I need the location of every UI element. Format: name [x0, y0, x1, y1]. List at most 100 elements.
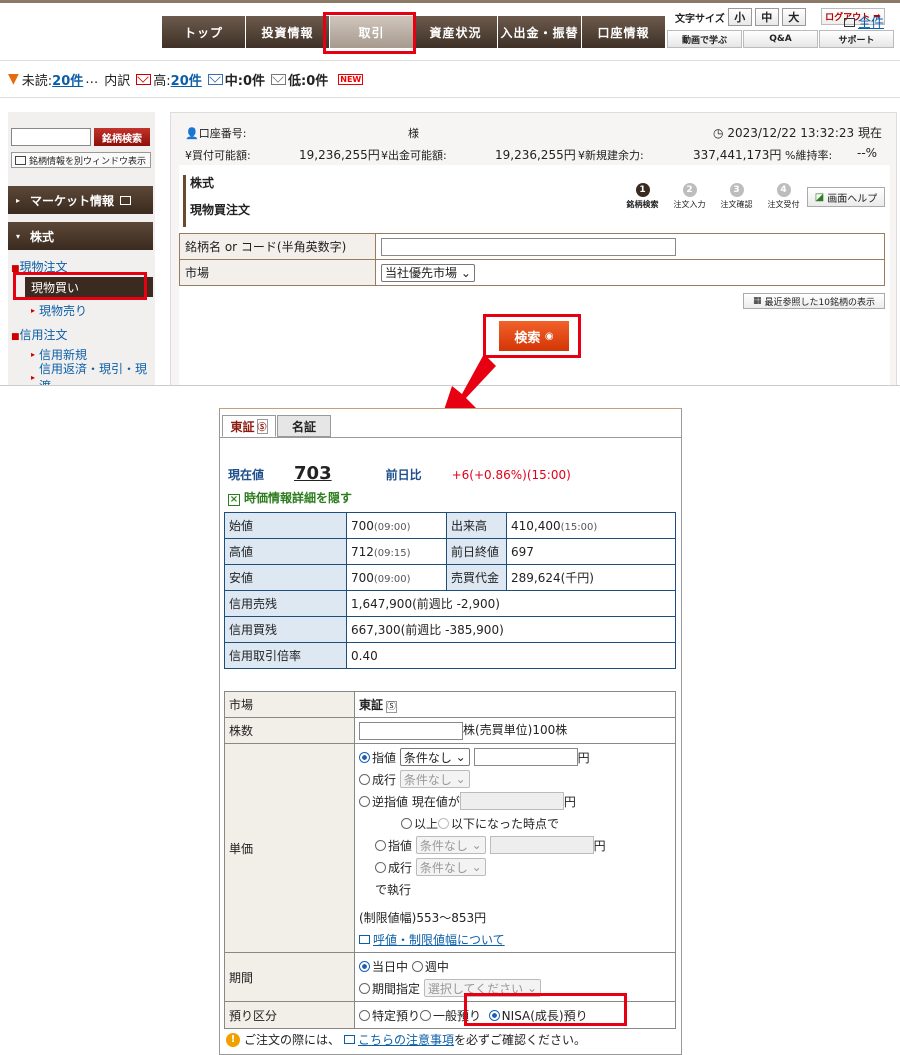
recent-symbols-button[interactable]: ▦ 最近参照した10銘柄の表示 [743, 293, 885, 309]
specific-account-radio[interactable] [359, 1009, 370, 1021]
quote-summary: 現在値 703 前日比 +6(+0.86%)(15:00) [228, 463, 571, 484]
font-size-control: 文字サイズ 小 中 大 [675, 8, 806, 26]
screen-help-button[interactable]: ◪ 画面ヘルプ [807, 187, 885, 207]
week-radio[interactable] [411, 960, 423, 972]
font-medium-button[interactable]: 中 [754, 8, 779, 26]
highlight-trade-tab [323, 12, 416, 54]
hide-detail-toggle[interactable]: × 時価情報詳細を隠す [228, 489, 352, 506]
market-condition-select[interactable]: 条件なし ⌄ [399, 770, 470, 788]
change-label: 前日比 [385, 468, 422, 482]
table-row: 高値 712(09:15) 前日終値 697 [224, 538, 676, 565]
window-icon [359, 934, 370, 944]
new-window-toggle[interactable]: 銘柄情報を別ウィンドウ表示 [11, 152, 151, 168]
nav-deposit[interactable]: 入出金・振替 [498, 16, 581, 48]
high-count-link[interactable]: 20件 [171, 70, 202, 89]
price-range: (制限値幅)553〜853円 [359, 910, 487, 925]
new-margin-label: ¥新規建余力: [578, 149, 644, 162]
account-number-label: 👤口座番号: [185, 127, 247, 140]
font-size-label: 文字サイズ [675, 13, 725, 25]
mail-high-icon [136, 73, 152, 85]
font-small-button[interactable]: 小 [727, 8, 752, 26]
page-title: 現物買注文 [190, 203, 251, 217]
sub-nav: 動画で学ぶ Q&A サポート [667, 30, 895, 48]
period-radio[interactable] [359, 982, 370, 994]
font-large-button[interactable]: 大 [781, 8, 806, 26]
market-radio[interactable] [359, 773, 370, 785]
tick-info-link[interactable]: 呼値・制限値幅について [359, 928, 671, 950]
step-1: 1 銘柄検索 [626, 183, 659, 209]
mail-mid-icon [207, 73, 223, 85]
unread-count-link[interactable]: 20件 [52, 70, 83, 89]
stop-market-radio[interactable] [375, 861, 386, 873]
sidebar-spot-sell[interactable]: ▸ 現物売り [25, 300, 153, 320]
today-radio[interactable] [359, 960, 370, 972]
all-messages-link[interactable]: 全件 [843, 12, 884, 31]
video-learn-button[interactable]: 動画で学ぶ [667, 30, 742, 48]
notice-link[interactable]: こちらの注意事項 [358, 1031, 454, 1048]
new-badge: NEW [338, 73, 364, 85]
limit-price-input[interactable] [473, 748, 578, 766]
nav-top[interactable]: トップ [162, 16, 245, 48]
message-bar: ▼ 未読: 20件 … 内訳 高: 20件 中:0件 低:0件 NEW [0, 60, 900, 98]
exchange-mark-icon: Ⓢ [386, 701, 398, 713]
sidebar-stocks[interactable]: ▾ 株式 [8, 222, 153, 250]
chevron-right-icon: ▸ [31, 372, 36, 382]
buying-power-value: 19,236,255円 [299, 148, 380, 162]
chevron-right-icon: ▸ [16, 195, 21, 205]
category-label: 株式 [190, 176, 215, 190]
new-margin-value: 337,441,173円 [693, 148, 782, 162]
window-icon [15, 155, 26, 165]
tab-tse[interactable]: 東証 Ⓢ [222, 415, 276, 437]
stop-limit-radio[interactable] [375, 839, 386, 851]
code-input[interactable] [381, 237, 676, 256]
table-row: 市場 東証 Ⓢ [224, 691, 676, 718]
quote-table: 始値 700(09:00) 出来高 410,400(15:00) 高値 712(… [224, 512, 676, 669]
more-icon: … [85, 71, 99, 87]
limit-radio[interactable] [359, 751, 370, 763]
stop-limit-price-input[interactable] [489, 836, 594, 854]
stop-limit-condition-select[interactable]: 条件なし ⌄ [415, 836, 486, 854]
warning-icon: ! [226, 1032, 240, 1047]
limit-condition-select[interactable]: 条件なし ⌄ [399, 748, 470, 766]
symbol-search-input[interactable] [11, 128, 91, 146]
tab-nse[interactable]: 名証 [277, 415, 331, 437]
sidebar-margin-order[interactable]: ■信用注文 [11, 326, 68, 343]
withdraw-label: ¥出金可能額: [381, 149, 447, 162]
nav-assets[interactable]: 資産状況 [414, 16, 497, 48]
trigger-price-input[interactable] [459, 792, 564, 810]
exchange-mark-icon: Ⓢ [256, 418, 268, 434]
above-radio[interactable] [401, 817, 412, 829]
window-icon [344, 1035, 356, 1044]
stop-radio[interactable] [359, 795, 370, 807]
stop-market-condition-select[interactable]: 条件なし ⌄ [415, 858, 486, 876]
datetime: ◷ 2023/12/22 13:32:23 現在 [713, 126, 883, 140]
table-row: 信用売残 1,647,900(前週比 -2,900) [224, 590, 676, 617]
shares-input[interactable] [359, 721, 463, 740]
sidebar-margin-close[interactable]: ▸ 信用返済・現引・現渡 [25, 362, 153, 385]
table-row: 単価 指値 条件なし ⌄ 円 成行 条件なし ⌄ 逆指値 現在値が円 以上 以下に… [224, 743, 676, 953]
sidebar-market-info[interactable]: ▸ マーケット情報 [8, 186, 153, 214]
table-row: 安値 700(09:00) 売買代金 289,624(千円) [224, 564, 676, 591]
price-change: +6(+0.86%)(15:00) [451, 468, 571, 482]
exchange-tabs: 東証 Ⓢ 名証 [222, 415, 332, 437]
chevron-right-icon: ▸ [31, 305, 36, 315]
search-form-table: 銘柄名 or コード(半角英数字) 市場 当社優先市場 ⌄ [179, 233, 885, 286]
table-row: 信用取引倍率 0.40 [224, 642, 676, 669]
table-row: 信用買残 667,300(前週比 -385,900) [224, 616, 676, 643]
nav-account-info[interactable]: 口座情報 [582, 16, 665, 48]
grid-icon: ▦ [753, 296, 762, 306]
buying-power-label: ¥買付可能額: [185, 149, 251, 162]
maintenance-label: %維持率: [785, 149, 833, 162]
symbol-search-button[interactable]: 銘柄検索 [94, 128, 150, 146]
table-row: 始値 700(09:00) 出来高 410,400(15:00) [224, 512, 676, 539]
account-suffix: 様 [408, 127, 419, 140]
below-radio[interactable] [438, 817, 450, 829]
nav-investment-info[interactable]: 投資情報 [246, 16, 329, 48]
general-account-radio[interactable] [420, 1009, 432, 1021]
faq-button[interactable]: Q&A [743, 30, 818, 48]
notice-flag-icon: ▼ [8, 71, 19, 87]
market-select[interactable]: 当社優先市場 ⌄ [381, 263, 475, 282]
support-button[interactable]: サポート [819, 30, 894, 48]
withdraw-value: 19,236,255円 [495, 148, 576, 162]
sidebar: 銘柄検索 銘柄情報を別ウィンドウ表示 ▸ マーケット情報 ▾ 株式 ■現物注文 現物… [8, 112, 155, 385]
